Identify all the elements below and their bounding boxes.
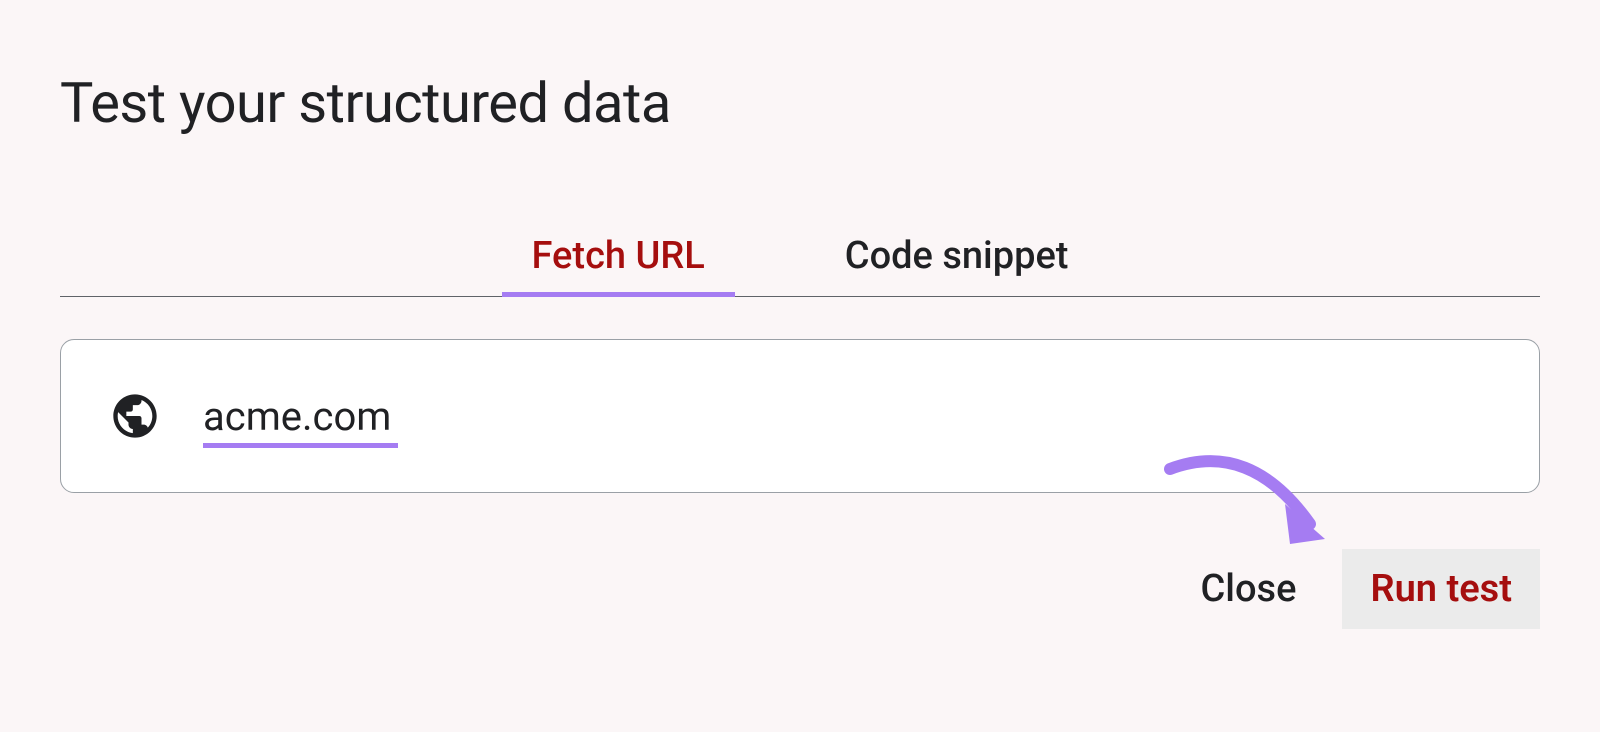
tab-fetch-url[interactable]: Fetch URL — [532, 216, 705, 296]
globe-icon — [109, 390, 161, 442]
run-test-button[interactable]: Run test — [1342, 549, 1540, 629]
tabs-container: Fetch URL Code snippet — [60, 216, 1540, 297]
page-title: Test your structured data — [60, 70, 1540, 136]
url-input-container — [60, 339, 1540, 493]
tab-code-snippet[interactable]: Code snippet — [845, 216, 1069, 296]
close-button[interactable]: Close — [1182, 549, 1314, 629]
actions-row: Close Run test — [60, 549, 1540, 629]
url-input[interactable] — [203, 393, 403, 440]
url-underline-highlight — [203, 443, 398, 448]
